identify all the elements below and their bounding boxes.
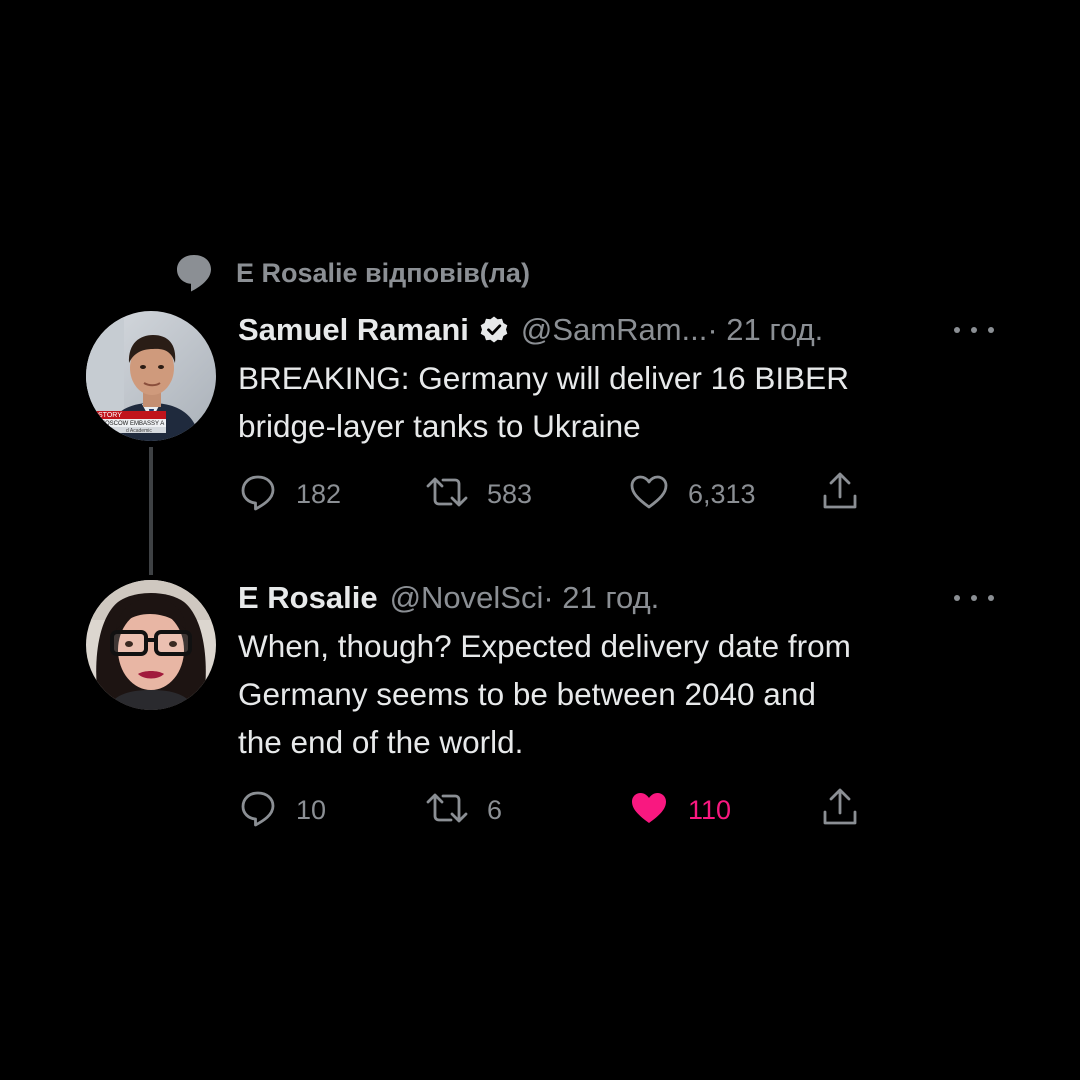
heart-outline-icon [628,472,670,517]
share-button[interactable] [820,472,860,516]
reply-context: E Rosalie відповів(ла) [174,252,530,294]
reply-context-text: E Rosalie відповів(ла) [236,257,530,288]
author-name[interactable]: Samuel Ramani [238,312,469,348]
avatar-photo: STORY MOSCOW EMBASSY A d Academic [86,311,216,441]
like-count: 110 [688,794,732,825]
avatar-caption-1: STORY [98,412,122,419]
tweet-header: Samuel Ramani @SamRam... · 21 год. [238,306,994,354]
more-options-icon[interactable] [954,318,994,342]
tweet-text-line: bridge-layer tanks to Ukraine [238,408,641,444]
tweet-reply[interactable]: E Rosalie @NovelSci · 21 год. When, thou… [238,574,994,766]
like-button[interactable]: 6,313 [628,472,756,516]
reply-icon [238,788,278,833]
like-count: 6,313 [688,478,756,509]
reply-button[interactable]: 10 [238,788,326,832]
avatar-samuel-ramani[interactable]: STORY MOSCOW EMBASSY A d Academic [86,311,216,441]
tweet-actions: 10 6 110 [238,788,878,832]
avatar-caption-3: d Academic [126,428,152,434]
reply-bubble-icon [174,252,214,294]
retweet-button[interactable]: 583 [425,472,532,516]
tweet-text-line: When, though? Expected delivery date fro… [238,628,851,664]
verified-badge-icon [479,315,509,345]
tweet-text: BREAKING: Germany will deliver 16 BIBER … [238,354,994,450]
avatar-photo [86,580,216,710]
reply-count: 182 [296,478,342,509]
share-button[interactable] [820,788,860,832]
tweet-text-line: Germany seems to be between 2040 and [238,676,816,712]
avatar-e-rosalie[interactable] [86,580,216,710]
tweet-header: E Rosalie @NovelSci · 21 год. [238,574,994,622]
reply-icon [238,472,278,517]
retweet-button[interactable]: 6 [425,788,502,832]
reply-button[interactable]: 182 [238,472,341,516]
tweet-text-line: the end of the world. [238,724,524,760]
tweet-timestamp[interactable]: · 21 год. [707,312,823,348]
tweet-actions: 182 583 6,313 [238,472,878,516]
tweet-timestamp[interactable]: · 21 год. [543,580,659,616]
retweet-icon [425,472,469,517]
heart-filled-icon [628,788,670,833]
thread-connector-line [149,447,153,575]
more-options-icon[interactable] [954,586,994,610]
retweet-count: 583 [487,478,533,509]
avatar-caption-2: MOSCOW EMBASSY A [100,421,164,427]
like-button[interactable]: 110 [628,788,731,832]
reply-count: 10 [296,794,327,825]
author-handle[interactable]: @NovelSci [390,580,544,616]
author-name[interactable]: E Rosalie [238,580,378,616]
tweet-text: When, though? Expected delivery date fro… [238,622,994,766]
retweet-icon [425,788,469,833]
share-icon [820,786,860,835]
tweet-text-line: BREAKING: Germany will deliver 16 BIBER [238,360,849,396]
share-icon [820,470,860,519]
tweet-original[interactable]: Samuel Ramani @SamRam... · 21 год. BREAK… [238,306,994,450]
retweet-count: 6 [487,794,503,825]
author-handle[interactable]: @SamRam... [521,312,708,348]
